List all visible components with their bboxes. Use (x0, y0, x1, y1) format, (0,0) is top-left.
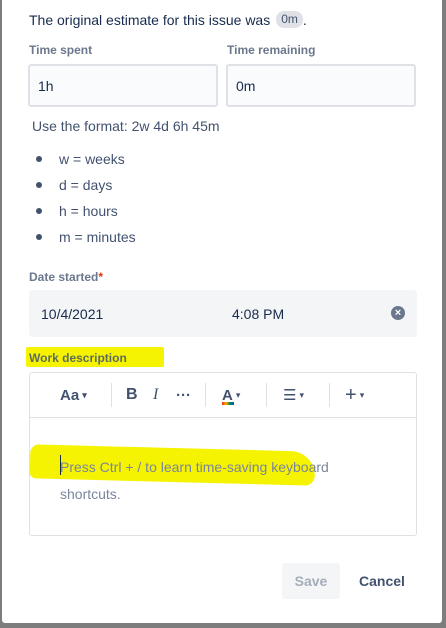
chevron-down-icon: ▾ (359, 389, 365, 400)
time-remaining-value: 0m (236, 77, 256, 94)
original-estimate: The original estimate for this issue was… (29, 11, 307, 28)
date-started-picker: 10/4/2021 4:08 PM × (29, 290, 417, 337)
bullet-icon (36, 156, 42, 162)
chevron-down-icon: ▾ (82, 389, 87, 400)
toolbar-divider (111, 383, 112, 407)
time-spent-value: 1h (38, 77, 54, 94)
list-item: d = days (36, 172, 136, 198)
unit-text: w = weeks (59, 151, 125, 167)
bold-button[interactable]: B (126, 384, 138, 406)
time-input[interactable]: 4:08 PM (232, 306, 284, 322)
editor-toolbar: Aa ▾ B I ··· A ▾ ☰ ▾ + ▾ (30, 373, 416, 418)
toolbar-divider (205, 383, 206, 407)
text-color-icon: A (222, 387, 234, 405)
save-button[interactable]: Save (282, 563, 340, 599)
required-mark: * (98, 270, 104, 284)
text-color-button[interactable]: A ▾ (222, 384, 240, 406)
bullet-icon (36, 234, 42, 240)
estimate-period: . (302, 11, 307, 28)
list-item: h = hours (36, 198, 136, 224)
chevron-down-icon: ▾ (299, 389, 304, 400)
date-started-label-text: Date started (29, 270, 99, 284)
estimate-text: The original estimate for this issue was (29, 11, 271, 28)
insert-button[interactable]: + ▾ (345, 384, 364, 406)
list-button[interactable]: ☰ ▾ (283, 384, 304, 406)
unit-text: m = minutes (59, 229, 136, 245)
date-input[interactable]: 10/4/2021 (41, 306, 103, 322)
date-started-label: Date started* (29, 270, 103, 284)
toolbar-divider (266, 383, 267, 407)
cancel-button[interactable]: Cancel (349, 563, 415, 599)
bullet-icon (36, 182, 42, 188)
more-formatting-button[interactable]: ··· (176, 384, 191, 406)
list-icon: ☰ (283, 387, 297, 404)
bullet-icon (36, 208, 42, 214)
text-style-label: Aa (60, 386, 80, 404)
color-swatch (222, 401, 234, 405)
time-spent-input[interactable]: 1h (28, 64, 218, 107)
time-remaining-label: Time remaining (227, 43, 316, 57)
time-spent-label: Time spent (29, 43, 93, 57)
work-description-label: Work description (29, 351, 127, 365)
chevron-down-icon: ▾ (235, 389, 241, 400)
unit-text: h = hours (59, 203, 118, 219)
italic-button[interactable]: I (153, 384, 158, 406)
toolbar-divider (329, 383, 330, 407)
format-hint: Use the format: 2w 4d 6h 45m (32, 118, 220, 134)
list-item: m = minutes (36, 224, 136, 250)
unit-text: d = days (59, 177, 113, 193)
list-item: w = weeks (36, 146, 136, 172)
text-style-button[interactable]: Aa ▾ (60, 384, 87, 406)
clear-icon[interactable]: × (391, 306, 405, 320)
estimate-lozenge: 0m (276, 11, 303, 28)
log-work-dialog: The original estimate for this issue was… (2, 0, 442, 623)
plus-icon: + (345, 383, 357, 406)
time-remaining-input[interactable]: 0m (226, 64, 416, 107)
unit-list: w = weeks d = days h = hours m = minutes (36, 146, 136, 250)
